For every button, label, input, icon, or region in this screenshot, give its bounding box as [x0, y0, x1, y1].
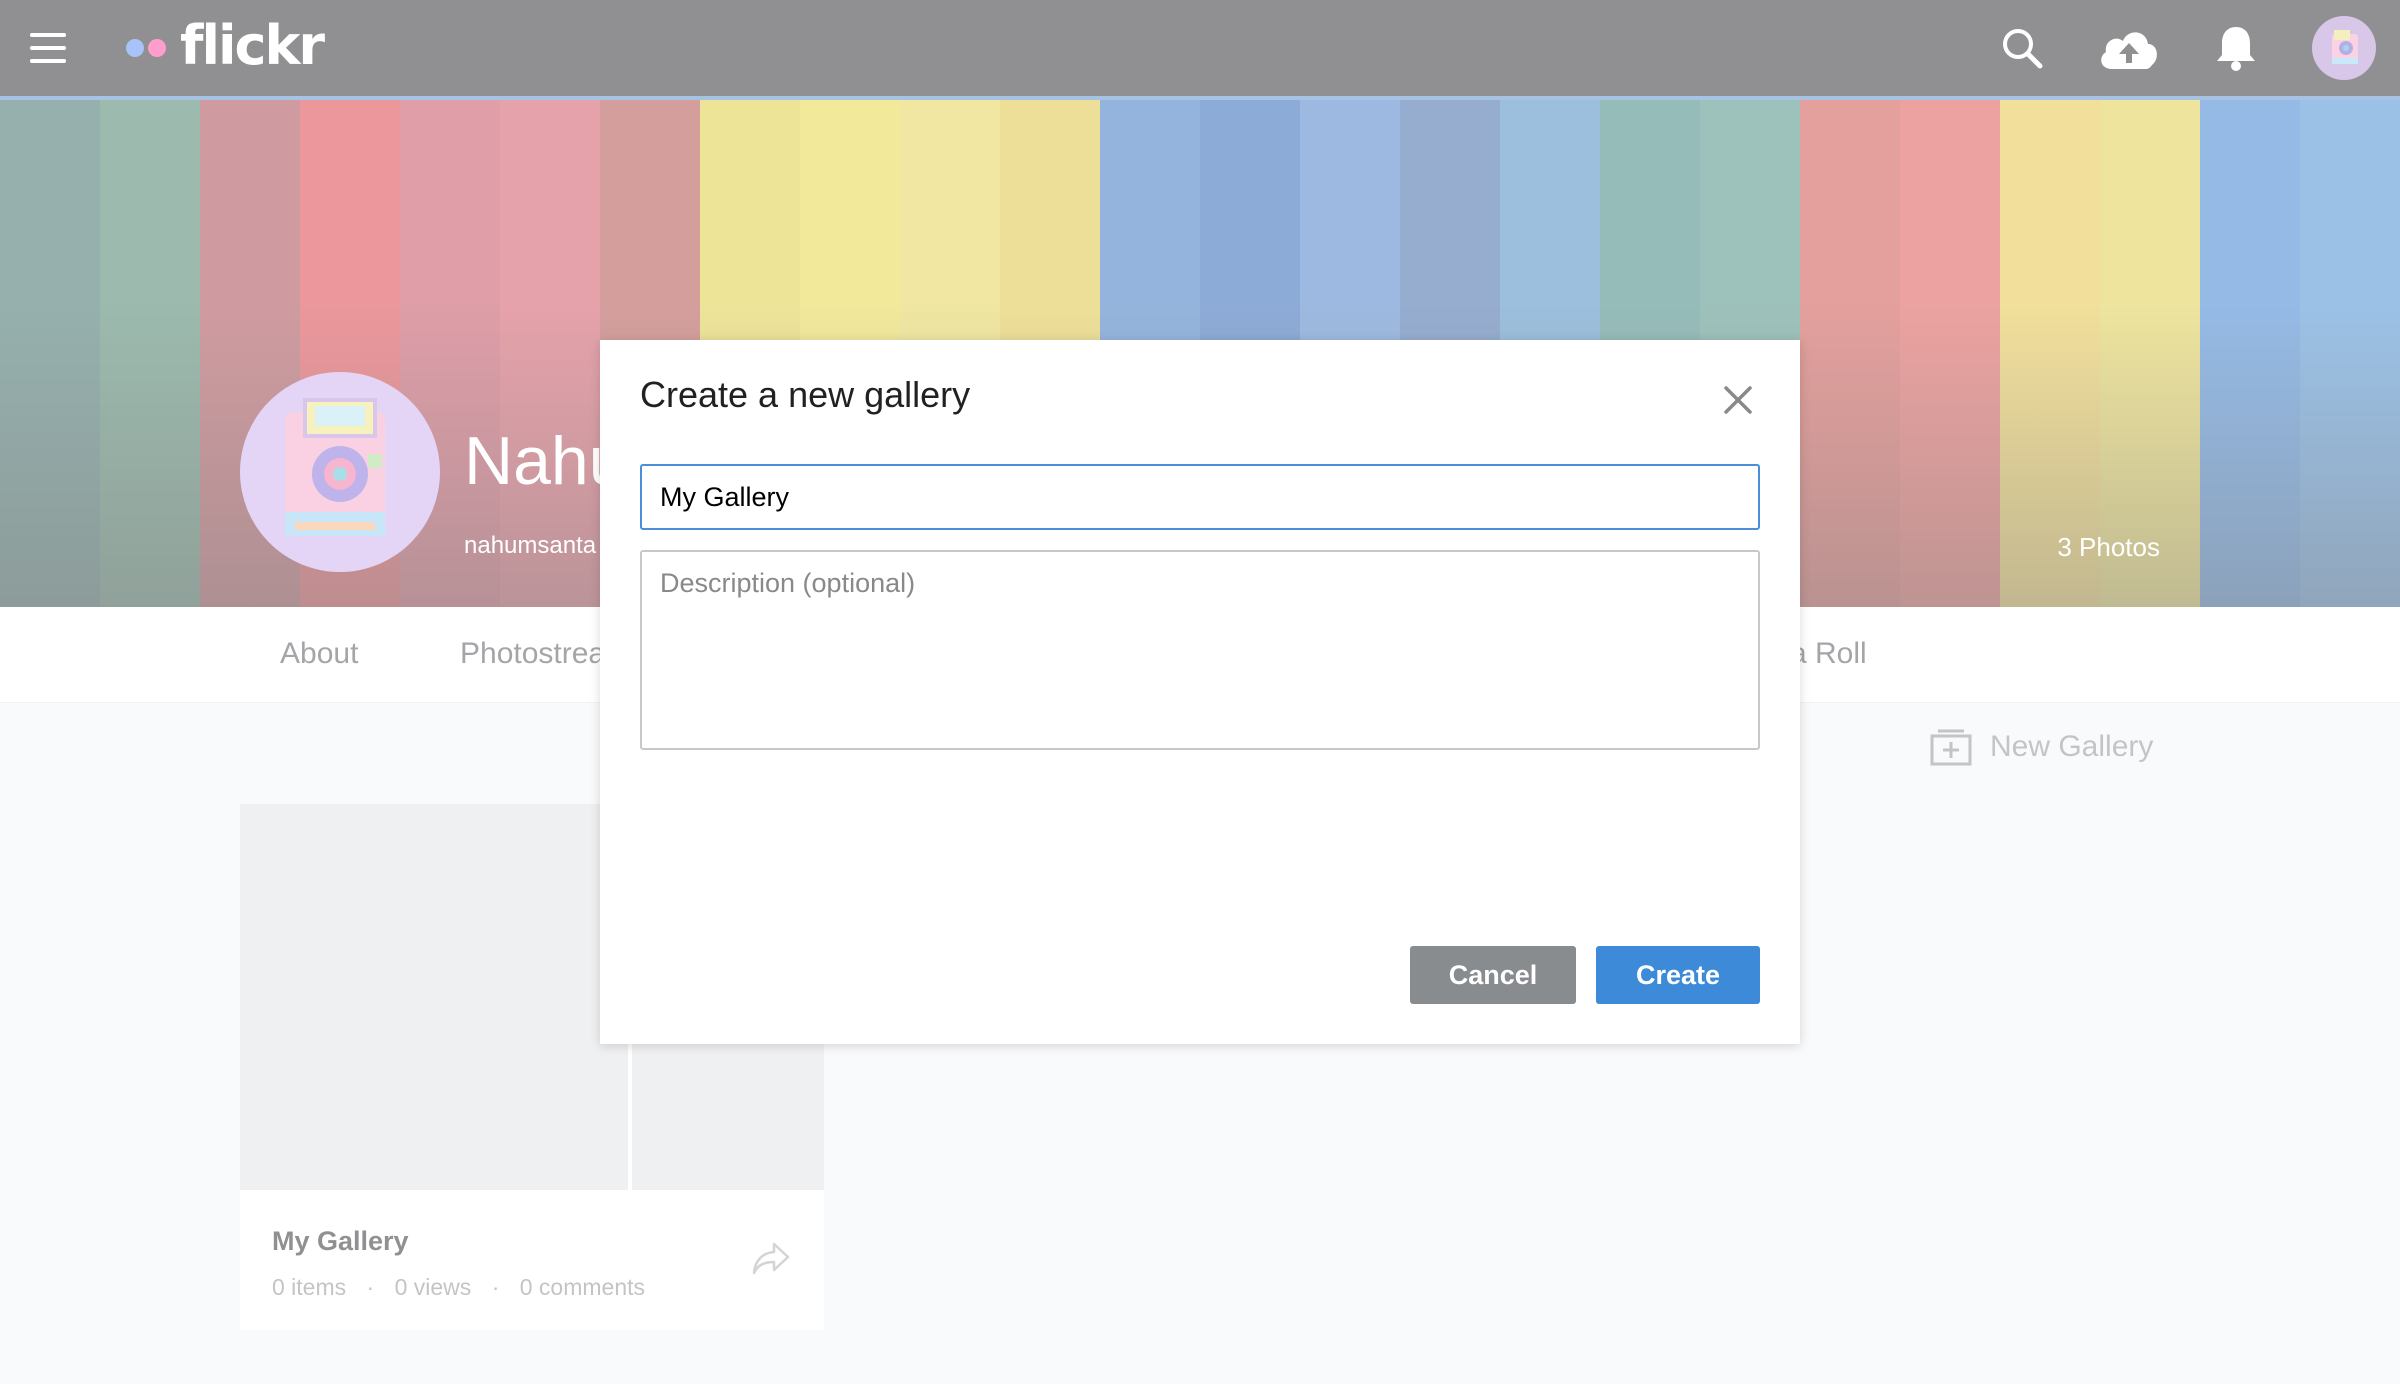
cancel-button[interactable]: Cancel: [1410, 946, 1576, 1004]
close-icon[interactable]: [1718, 380, 1758, 420]
create-button[interactable]: Create: [1596, 946, 1760, 1004]
dialog-title: Create a new gallery: [640, 374, 971, 415]
create-gallery-dialog: Create a new gallery Cancel Create: [600, 340, 1800, 1044]
gallery-name-input[interactable]: [640, 464, 1760, 530]
gallery-description-input[interactable]: [640, 550, 1760, 750]
